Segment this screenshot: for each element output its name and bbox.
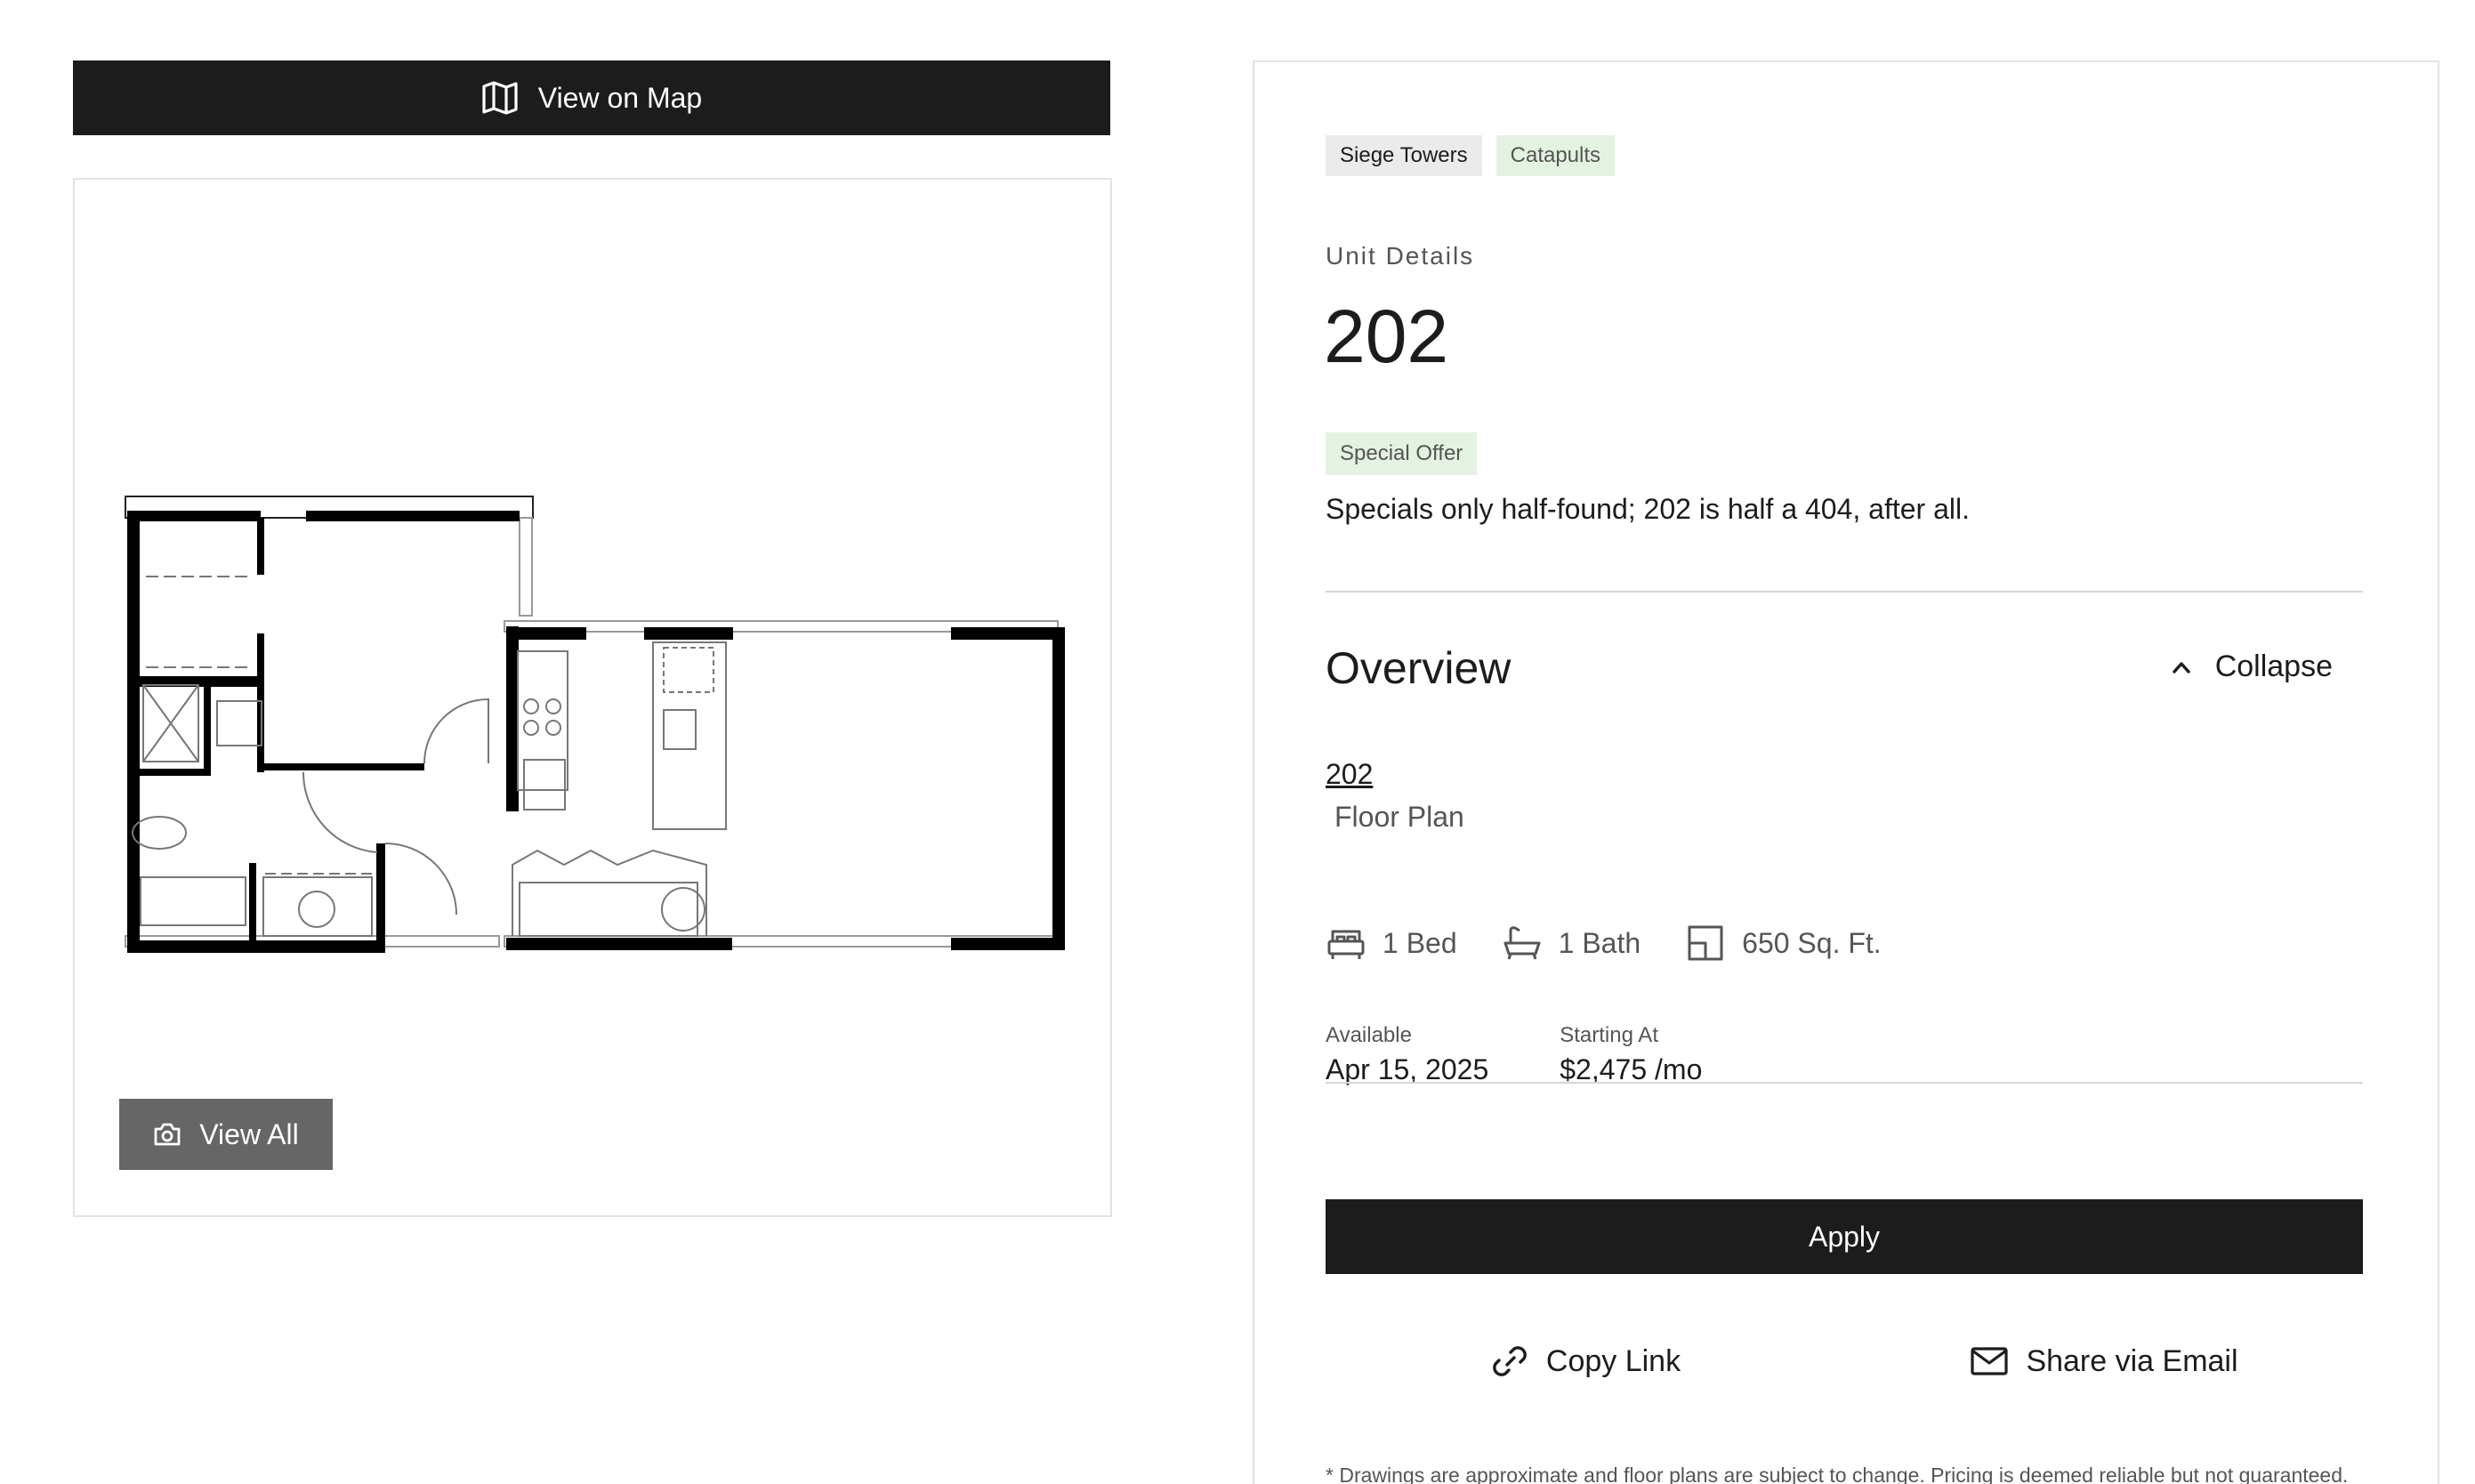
tag-list: Siege Towers Catapults: [1326, 135, 1616, 176]
spec-bath-label: 1 Bath: [1558, 926, 1641, 959]
square-footage-icon: [1688, 925, 1723, 961]
spec-bed-label: 1 Bed: [1383, 926, 1457, 959]
bed-icon: [1327, 930, 1365, 959]
floor-plan-label: Floor Plan: [1334, 801, 1464, 833]
view-on-map-button[interactable]: View on Map: [73, 60, 1110, 135]
spec-area-label: 650 Sq. Ft.: [1742, 926, 1882, 959]
view-all-button[interactable]: View All: [119, 1099, 333, 1170]
copy-link-button[interactable]: Copy Link: [1326, 1343, 1844, 1379]
spec-bed: 1 Bed: [1326, 923, 1457, 963]
floor-plan-card: View All: [73, 178, 1112, 1217]
disclaimer-text: * Drawings are approximate and floor pla…: [1326, 1464, 2349, 1484]
share-actions: Copy Link Share via Email: [1326, 1343, 2363, 1379]
mail-icon: [1971, 1347, 2009, 1375]
link-icon: [1493, 1346, 1527, 1376]
chevron-up-icon: [2172, 661, 2190, 673]
apply-button[interactable]: Apply: [1326, 1199, 2363, 1274]
available-label: Available: [1326, 1023, 1412, 1047]
view-on-map-label: View on Map: [537, 81, 703, 114]
starting-at-label: Starting At: [1560, 1023, 1658, 1047]
floor-plan-link[interactable]: 202: [1326, 758, 1373, 791]
spec-area: 650 Sq. Ft.: [1685, 923, 1882, 963]
share-via-email-label: Share via Email: [2026, 1343, 2238, 1378]
overview-heading: Overview: [1326, 643, 1512, 693]
share-via-email-button[interactable]: Share via Email: [1844, 1343, 2363, 1379]
unit-detail-card: Siege Towers Catapults Unit Details 202 …: [1253, 60, 2439, 1484]
collapse-label: Collapse: [2214, 649, 2333, 683]
page: View on Map View All Siege Towers Catapu…: [0, 0, 2475, 1484]
availability: Available Apr 15, 2025: [1326, 1023, 1488, 1086]
tag-siege-towers: Siege Towers: [1326, 135, 1482, 176]
map-icon: [482, 81, 518, 115]
floor-plan-image: [125, 496, 1065, 953]
unit-details-eyebrow: Unit Details: [1326, 242, 1475, 270]
pricing: Starting At $2,475 /mo: [1560, 1023, 1702, 1086]
unit-specs: 1 Bed 1 Bath 650 Sq. Ft.: [1326, 923, 1882, 963]
divider: [1326, 591, 2363, 593]
unit-number-title: 202: [1324, 294, 1449, 378]
copy-link-label: Copy Link: [1545, 1343, 1681, 1378]
tag-catapults: Catapults: [1495, 135, 1616, 176]
special-offer-text: Specials only half-found; 202 is half a …: [1326, 493, 1970, 525]
divider: [1326, 1082, 2363, 1084]
view-all-label: View All: [199, 1117, 299, 1150]
camera-icon: [154, 1123, 181, 1146]
special-offer-badge: Special Offer: [1326, 432, 1478, 475]
spec-bath: 1 Bath: [1502, 923, 1641, 963]
collapse-button[interactable]: Collapse: [2171, 649, 2333, 684]
unit-meta: Available Apr 15, 2025 Starting At $2,47…: [1326, 1023, 1702, 1086]
bathtub-icon: [1504, 926, 1541, 960]
